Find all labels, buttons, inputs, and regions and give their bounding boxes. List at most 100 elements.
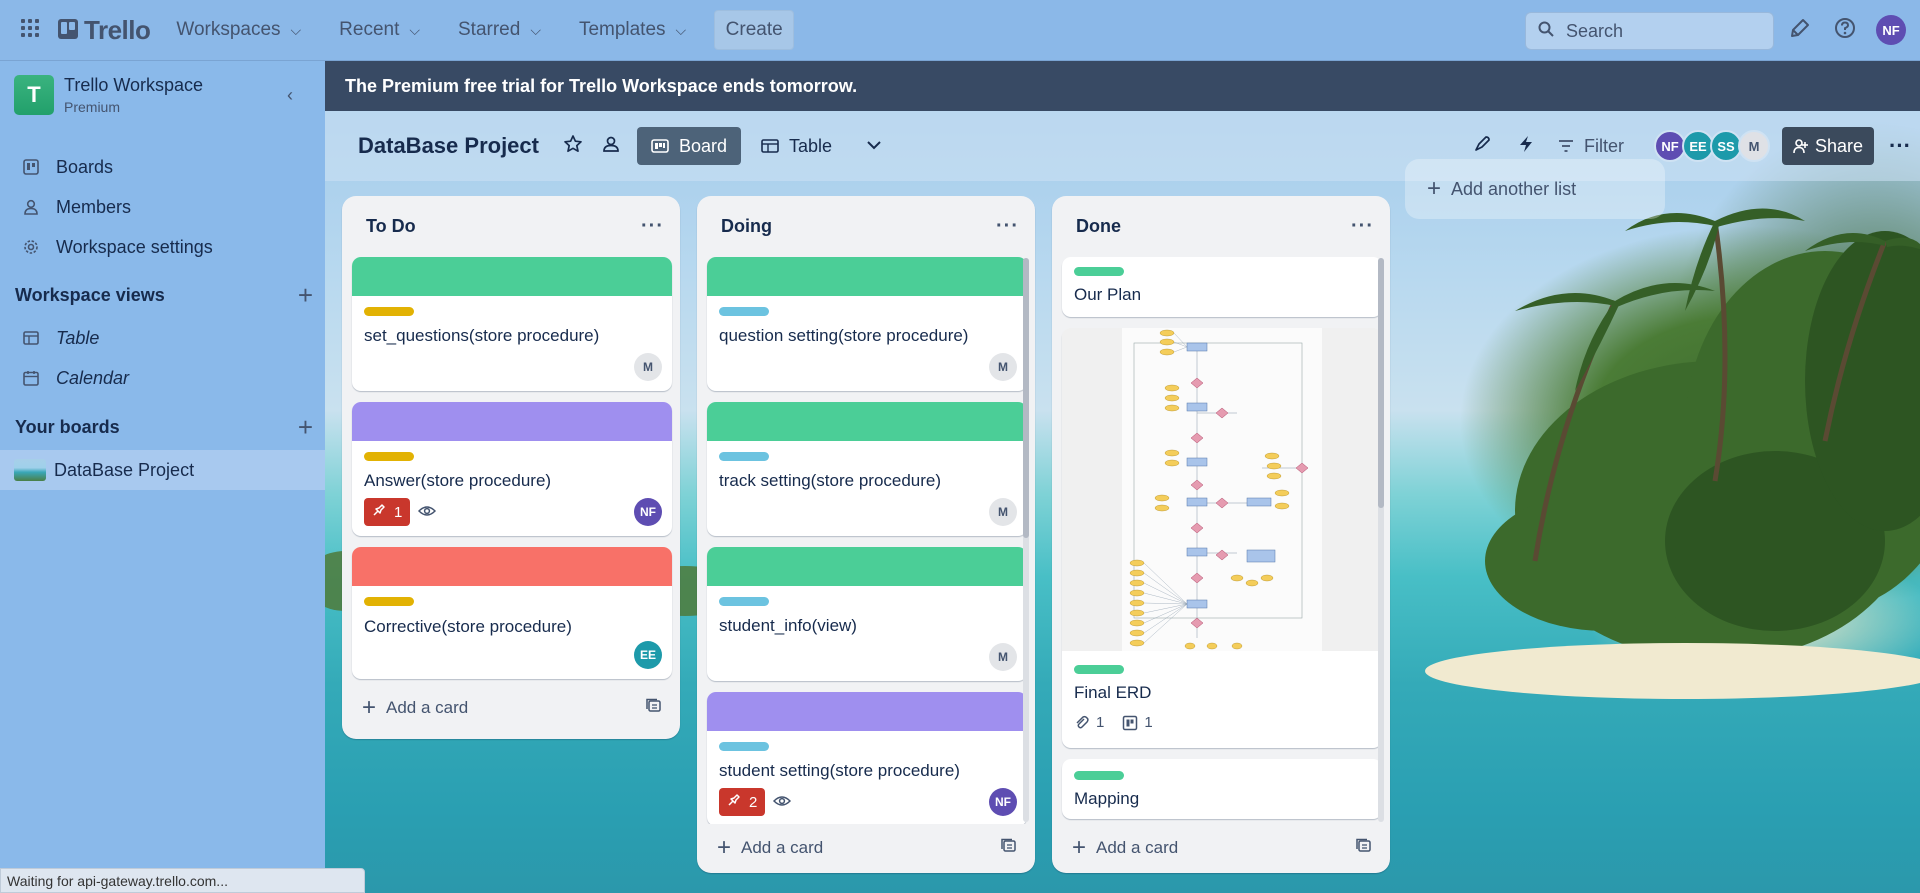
- workspace-header[interactable]: T Trello Workspace Premium: [14, 75, 203, 115]
- add-view-button[interactable]: +: [298, 280, 315, 311]
- card-member-avatar[interactable]: NF: [634, 498, 662, 526]
- list-menu-icon[interactable]: ···: [1351, 215, 1374, 238]
- sidebar-item-label: Table: [56, 327, 100, 348]
- board-header: DataBase Project Board Table Filter NF E…: [325, 111, 1920, 181]
- card-title: Corrective(store procedure): [364, 617, 572, 636]
- card[interactable]: student setting(store procedure) 2 NF: [707, 692, 1027, 824]
- list-header[interactable]: To Do ···: [342, 196, 680, 256]
- add-board-button[interactable]: +: [298, 412, 315, 443]
- card-label[interactable]: [364, 307, 414, 316]
- visibility-button[interactable]: [595, 130, 627, 162]
- card[interactable]: Final ERD 1 1: [1062, 328, 1382, 748]
- list-title: To Do: [366, 215, 416, 236]
- star-board-button[interactable]: [557, 130, 589, 162]
- user-avatar[interactable]: NF: [1876, 15, 1906, 45]
- card[interactable]: Mapping: [1062, 759, 1382, 819]
- grid-icon: [20, 18, 40, 43]
- list-scrollbar-thumb[interactable]: [1378, 258, 1384, 508]
- board-thumbnail: [14, 459, 46, 481]
- card-label[interactable]: [719, 597, 769, 606]
- card-member-avatar[interactable]: M: [634, 353, 662, 381]
- card-member-avatar[interactable]: M: [989, 498, 1017, 526]
- add-list-label: Add another list: [1451, 178, 1577, 199]
- list-menu-icon[interactable]: ···: [996, 215, 1019, 238]
- card[interactable]: set_questions(store procedure) M: [352, 257, 672, 391]
- list-cards-scroll: Our Plan Final ERD 1 1 Mapping: [1052, 256, 1390, 824]
- add-person-icon: [1793, 138, 1809, 154]
- card[interactable]: question setting(store procedure) M: [707, 257, 1027, 391]
- trello-logo[interactable]: Trello: [58, 14, 151, 46]
- eye-icon: [773, 794, 791, 808]
- sidebar-item-table-view[interactable]: Table: [0, 318, 325, 358]
- list-header[interactable]: Doing ···: [697, 196, 1035, 256]
- tab-table-view[interactable]: Table: [747, 127, 846, 165]
- template-icon[interactable]: [1001, 838, 1017, 859]
- card-label[interactable]: [1074, 665, 1124, 674]
- power-ups-button[interactable]: [1466, 130, 1498, 162]
- card-label[interactable]: [719, 742, 769, 751]
- card[interactable]: Our Plan: [1062, 257, 1382, 317]
- template-icon[interactable]: [646, 698, 662, 719]
- sidebar-item-boards[interactable]: Boards: [0, 147, 325, 187]
- list-title: Done: [1076, 215, 1121, 236]
- add-list-button[interactable]: + Add another list: [1405, 159, 1665, 219]
- add-card-button[interactable]: + Add a card: [705, 828, 1027, 868]
- card-member-avatar[interactable]: M: [989, 353, 1017, 381]
- background-scenery: [1425, 208, 1920, 699]
- create-button[interactable]: Create: [714, 10, 795, 50]
- template-icon[interactable]: [1356, 838, 1372, 859]
- automation-button[interactable]: [1510, 130, 1542, 162]
- starred-menu[interactable]: Starred ⌵: [446, 11, 553, 49]
- sidebar-board-database-project[interactable]: DataBase Project: [0, 450, 325, 490]
- add-card-button[interactable]: + Add a card: [1060, 828, 1382, 868]
- card[interactable]: Answer(store procedure) 1 NF: [352, 402, 672, 536]
- card[interactable]: track setting(store procedure) M: [707, 402, 1027, 536]
- workspaces-menu[interactable]: Workspaces ⌵: [164, 11, 313, 49]
- sidebar-item-calendar-view[interactable]: Calendar: [0, 358, 325, 398]
- brand-name: Trello: [84, 14, 151, 45]
- search-input[interactable]: Search: [1525, 12, 1774, 50]
- share-button[interactable]: Share: [1782, 127, 1874, 165]
- workspace-logo: T: [14, 75, 54, 115]
- chevron-down-icon: ⌵: [675, 21, 687, 38]
- app-switcher-button[interactable]: [10, 10, 50, 50]
- board-menu-button[interactable]: ···: [1880, 127, 1920, 165]
- card-label[interactable]: [719, 452, 769, 461]
- share-label: Share: [1814, 135, 1864, 156]
- list-header[interactable]: Done ···: [1052, 196, 1390, 256]
- card-member-avatar[interactable]: EE: [634, 641, 662, 669]
- filter-icon: [1558, 139, 1574, 153]
- card-label[interactable]: [1074, 771, 1124, 780]
- card[interactable]: Corrective(store procedure) EE: [352, 547, 672, 679]
- person-icon: [22, 199, 40, 215]
- add-card-button[interactable]: + Add a card: [350, 688, 672, 728]
- plus-icon: +: [717, 834, 732, 861]
- member-avatar[interactable]: M: [1738, 130, 1770, 162]
- calendar-icon: [22, 370, 40, 386]
- card[interactable]: student_info(view) M: [707, 547, 1027, 681]
- card-cover: [352, 402, 672, 441]
- collapse-sidebar-button[interactable]: ‹: [278, 83, 302, 107]
- card-member-avatar[interactable]: NF: [989, 788, 1017, 816]
- templates-menu[interactable]: Templates ⌵: [567, 11, 698, 49]
- eye-icon: [418, 504, 436, 518]
- card-member-avatar[interactable]: M: [989, 643, 1017, 671]
- recent-menu[interactable]: Recent ⌵: [327, 11, 432, 49]
- tab-board-view[interactable]: Board: [636, 127, 742, 165]
- list-menu-icon[interactable]: ···: [641, 215, 664, 238]
- sidebar-item-members[interactable]: Members: [0, 187, 325, 227]
- list-scrollbar-thumb[interactable]: [1023, 258, 1029, 538]
- workspace-sidebar: T Trello Workspace Premium ‹ Boards Memb…: [0, 61, 325, 893]
- card-label[interactable]: [364, 452, 414, 461]
- card-label[interactable]: [719, 307, 769, 316]
- sidebar-item-workspace-settings[interactable]: Workspace settings: [0, 227, 325, 267]
- sidebar-item-label: Boards: [56, 156, 114, 177]
- card-label[interactable]: [364, 597, 414, 606]
- card-label[interactable]: [1074, 267, 1124, 276]
- more-views-button[interactable]: [858, 130, 890, 162]
- help-button[interactable]: [1830, 15, 1860, 45]
- notifications-button[interactable]: [1785, 15, 1815, 45]
- chevron-down-icon: [866, 137, 882, 155]
- filter-button[interactable]: Filter: [1558, 136, 1624, 157]
- board-title[interactable]: DataBase Project: [358, 133, 539, 159]
